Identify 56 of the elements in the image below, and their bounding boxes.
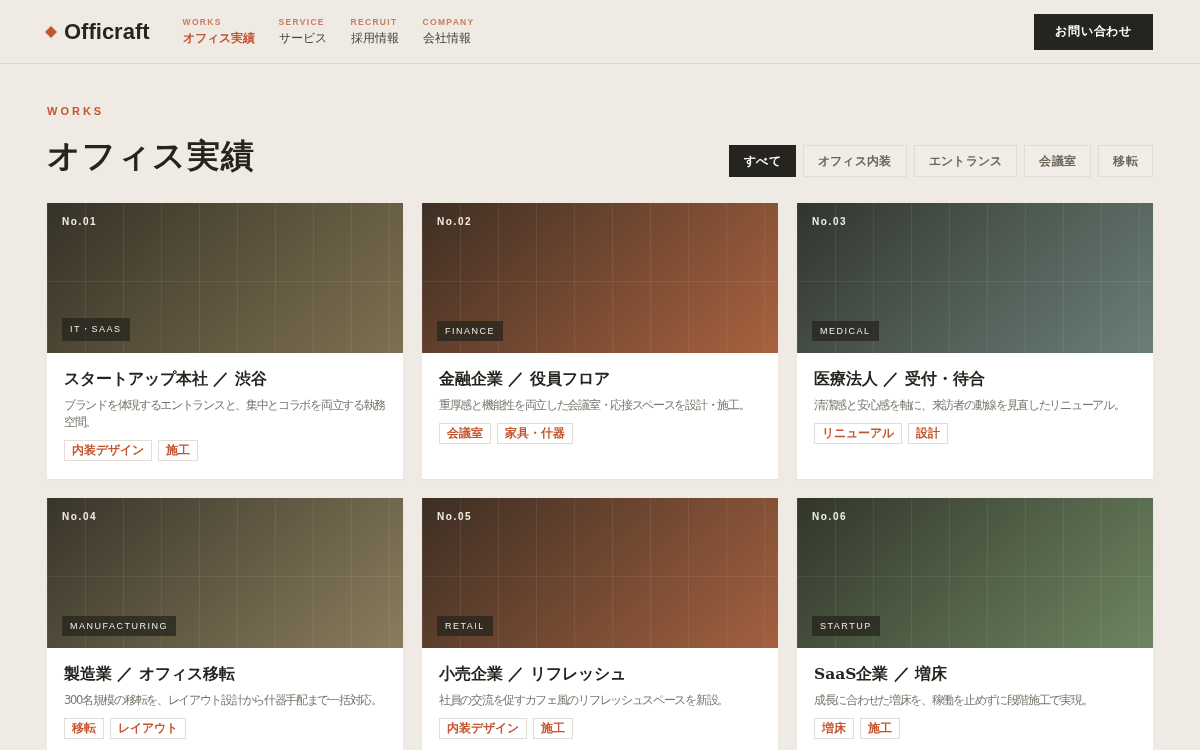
nav-link[interactable]: WORKS オフィス実績: [182, 16, 255, 47]
category-badge: FINANCE: [437, 321, 503, 341]
work-number: No.06: [812, 511, 848, 522]
category-badge: STARTUP: [812, 616, 880, 636]
category-badge: IT・SAAS: [62, 318, 130, 341]
category-badge: MANUFACTURING: [62, 616, 176, 636]
work-number: No.02: [437, 216, 473, 227]
work-tag: 増床: [814, 718, 854, 739]
work-tag: 施工: [860, 718, 900, 739]
filter-button[interactable]: すべて: [728, 145, 796, 177]
work-number: No.03: [812, 216, 848, 227]
work-tag: 会議室: [439, 423, 491, 444]
work-description: 社員の交流を促すカフェ風のリフレッシュスペースを新設。: [439, 692, 729, 709]
work-title: スタートアップ本社 ／ 渋谷: [64, 368, 268, 390]
nav-link[interactable]: RECRUIT 採用情報: [350, 16, 399, 47]
work-title: 医療法人 ／ 受付・待合: [814, 368, 986, 390]
work-number: No.01: [62, 216, 98, 227]
work-card[interactable]: No.06 STARTUP SaaS企業 ／ 増床 成長に合わせた増床を、稼働を止めずに段階施工で実現。 増床 施工: [797, 498, 1153, 750]
brand-logo[interactable]: Officraft: [64, 18, 150, 45]
work-description: 成長に合わせた増床を、稼働を止めずに段階施工で実現。: [814, 692, 1094, 709]
work-number: No.05: [437, 511, 473, 522]
work-description: ブランドを体現するエントランスと、集中とコラボを両立する執務空間。: [64, 397, 386, 431]
work-description: 清潔感と安心感を軸に、来訪者の動線を見直したリニューアル。: [814, 397, 1126, 414]
work-tag: レイアウト: [110, 718, 186, 739]
work-title: 製造業 ／ オフィス移転: [64, 663, 236, 685]
filter-button[interactable]: オフィス内装: [802, 145, 907, 177]
work-title: 金融企業 ／ 役員フロア: [439, 368, 611, 390]
filter-button[interactable]: エントランス: [913, 145, 1018, 177]
work-description: 300名規模の移転を、レイアウト設計から什器手配まで一括対応。: [64, 692, 383, 709]
diamond-logo-icon: [45, 25, 57, 38]
work-card[interactable]: No.05 RETAIL 小売企業 ／ リフレッシュ 社員の交流を促すカフェ風のリフレッシュスペースを新設。 内装デザイン 施工: [422, 498, 778, 750]
work-number: No.04: [62, 511, 98, 522]
work-description: 重厚感と機能性を両立した会議室・応接スペースを設計・施工。: [439, 397, 751, 414]
work-title: 小売企業 ／ リフレッシュ: [439, 663, 627, 685]
work-tag: 内装デザイン: [64, 440, 152, 461]
nav-link[interactable]: SERVICE サービス: [278, 16, 327, 47]
work-tag: 家具・什器: [497, 423, 573, 444]
category-badge: RETAIL: [437, 616, 493, 636]
filter-button[interactable]: 移転: [1098, 145, 1153, 177]
work-tag: 内装デザイン: [439, 718, 527, 739]
category-badge: MEDICAL: [812, 321, 879, 341]
work-tag: 施工: [158, 440, 198, 461]
work-card[interactable]: No.02 FINANCE 金融企業 ／ 役員フロア 重厚感と機能性を両立した会議室・応接スペースを設計・施工。 会議室 家具・什器: [422, 203, 778, 479]
work-tag: 施工: [533, 718, 573, 739]
work-tag: リニューアル: [814, 423, 902, 444]
work-tag: 設計: [908, 423, 948, 444]
work-tag: 移転: [64, 718, 104, 739]
work-card[interactable]: No.04 MANUFACTURING 製造業 ／ オフィス移転 300名規模の移転を、レイアウト設計から什器手配まで一括対応。 移転 レイアウト: [47, 498, 403, 750]
work-card[interactable]: No.01 IT・SAAS スタートアップ本社 ／ 渋谷 ブランドを体現するエントランスと、集中とコラボを両立する執務空間。 内装デザイン 施工: [47, 203, 403, 479]
filter-button[interactable]: 会議室: [1024, 145, 1092, 177]
section-title: オフィス実績: [47, 135, 255, 177]
nav-link[interactable]: COMPANY 会社情報: [422, 16, 475, 47]
contact-button[interactable]: お問い合わせ: [1034, 13, 1153, 50]
work-title: SaaS企業 ／ 増床: [814, 663, 949, 685]
work-card[interactable]: No.03 MEDICAL 医療法人 ／ 受付・待合 清潔感と安心感を軸に、来訪者の動線を見直したリニューアル。 リニューアル 設計: [797, 203, 1153, 479]
section-eyebrow: WORKS: [47, 105, 106, 117]
